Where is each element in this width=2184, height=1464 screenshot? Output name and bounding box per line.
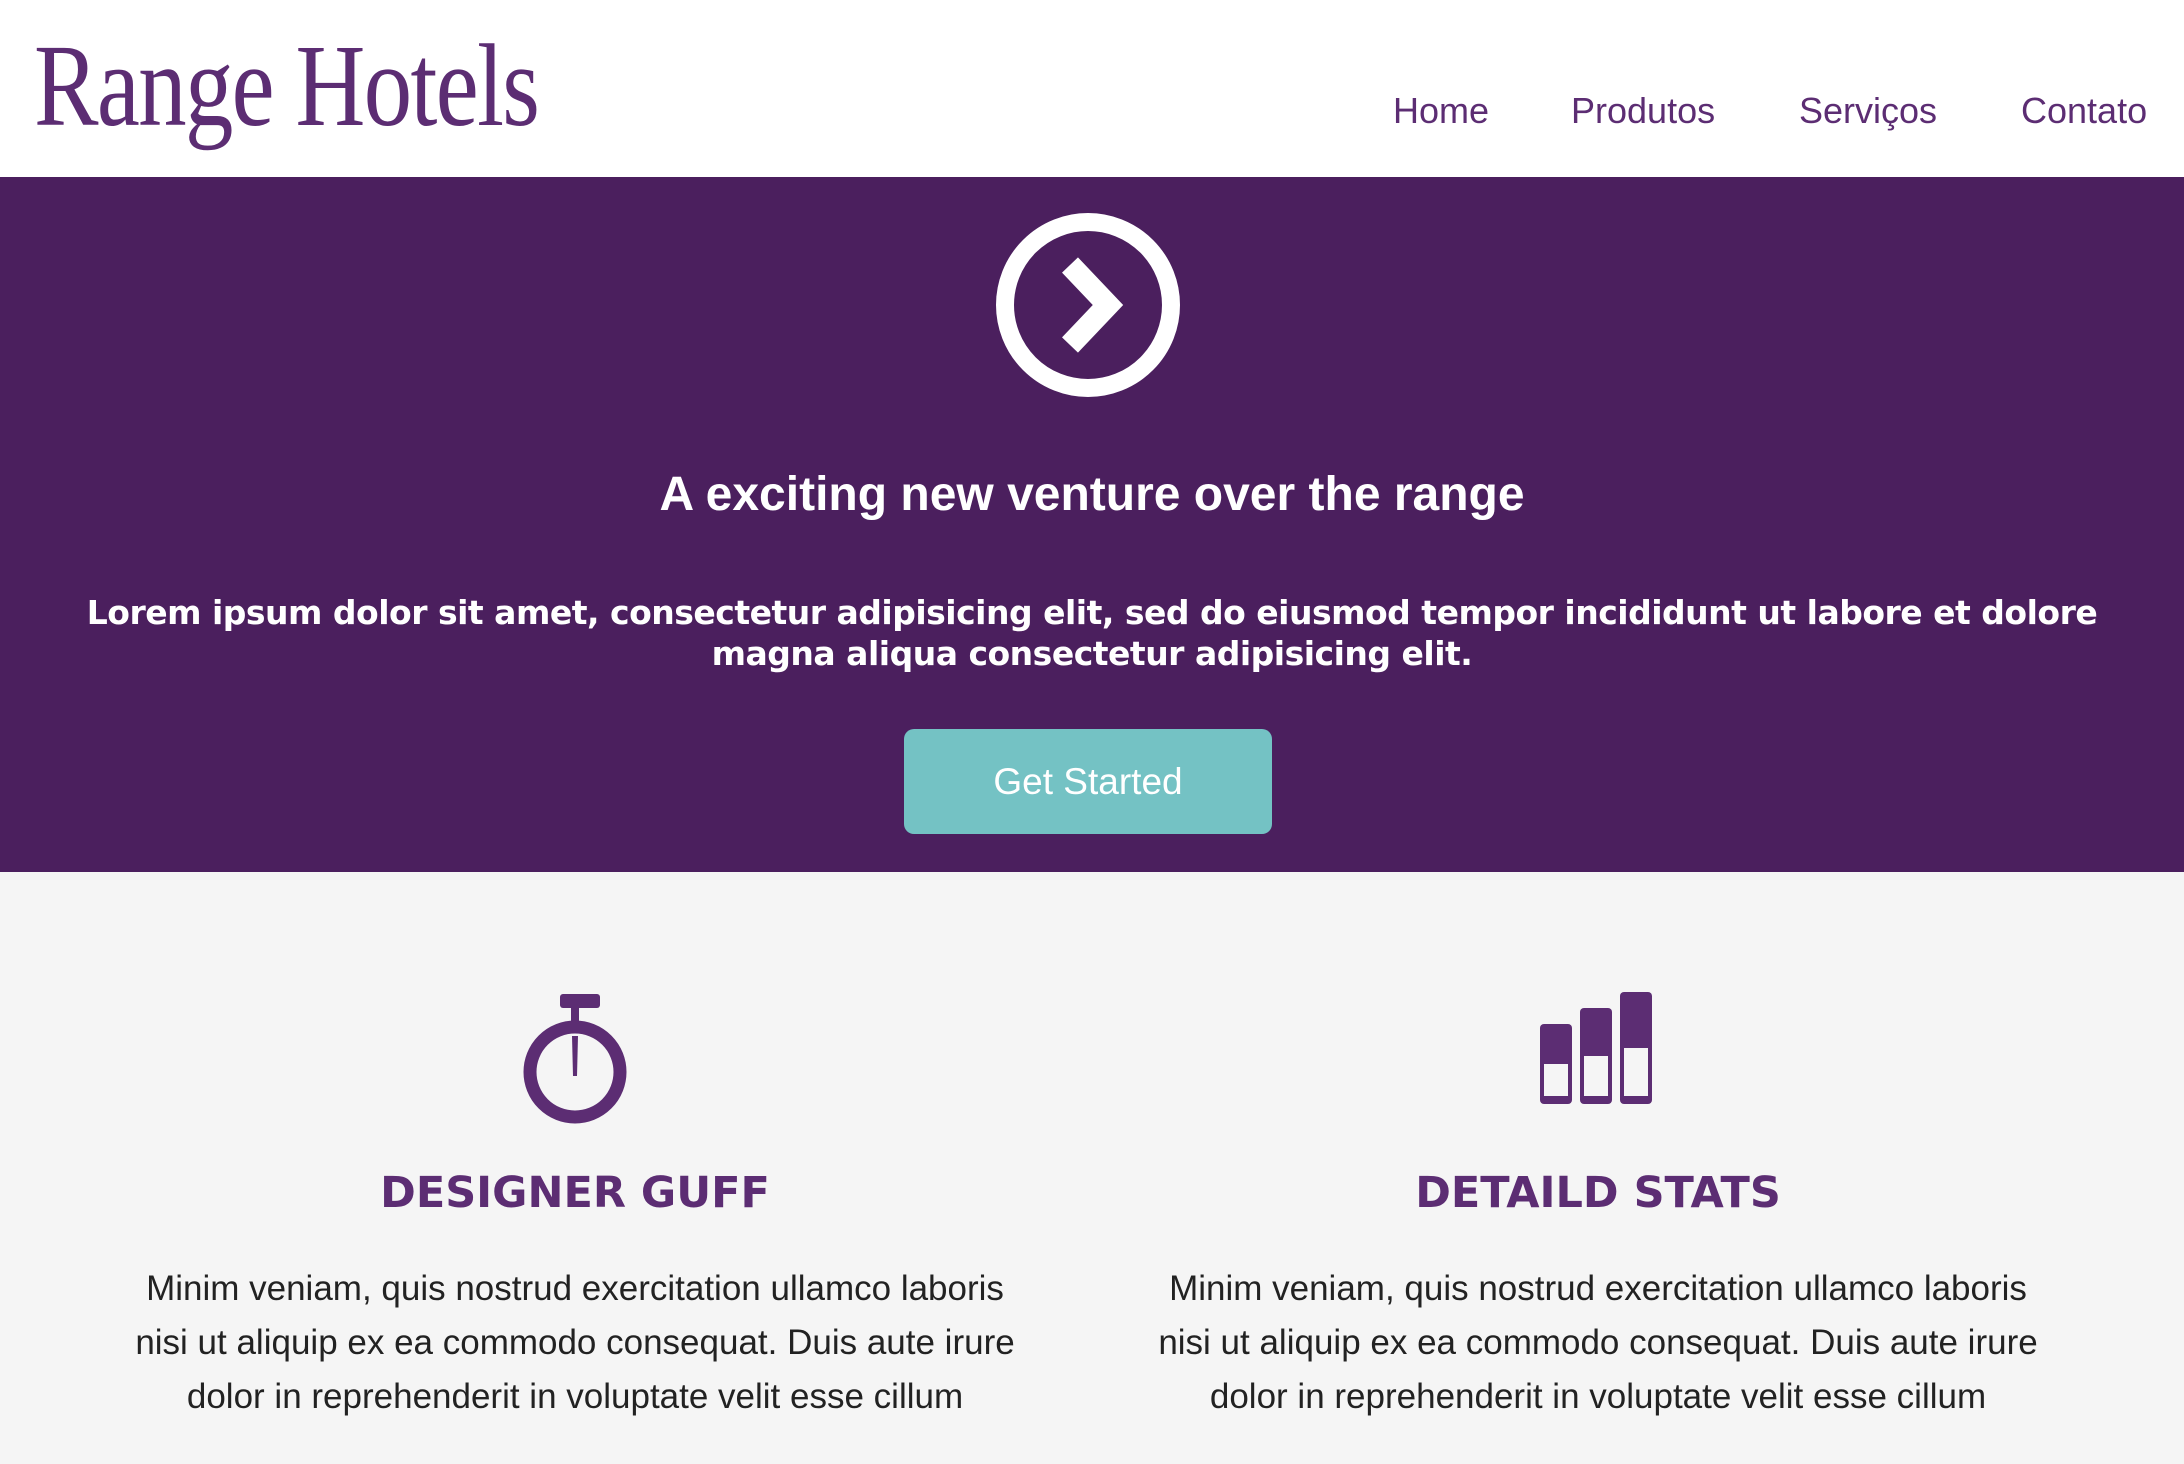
stopwatch-icon xyxy=(523,994,627,1124)
get-started-button[interactable]: Get Started xyxy=(904,729,1272,834)
hero-title: A exciting new venture over the range xyxy=(659,468,1525,521)
hero-section: A exciting new venture over the range Lo… xyxy=(0,177,2184,872)
feature-card: DESIGNER GUFF Minim veniam, quis nostrud… xyxy=(95,990,1055,1424)
nav-home[interactable]: Home xyxy=(1393,90,1489,132)
nav-contato[interactable]: Contato xyxy=(2021,90,2147,132)
feature-text: Minim veniam, quis nostrud exercitation … xyxy=(135,1269,1015,1416)
bar-stats-icon xyxy=(1540,992,1652,1104)
feature-title: DESIGNER GUFF xyxy=(380,1168,770,1218)
feature-text: Minim veniam, quis nostrud exercitation … xyxy=(1158,1269,2038,1416)
nav-produtos[interactable]: Produtos xyxy=(1571,90,1715,132)
logo[interactable]: Range Hotels xyxy=(34,18,540,154)
hero-text: Lorem ipsum dolor sit amet, consectetur … xyxy=(86,593,2098,673)
header: Range Hotels Home Produtos Serviços Cont… xyxy=(0,0,2184,177)
feature-title: DETAILD STATS xyxy=(1415,1168,1781,1218)
chevron-circle-right-icon xyxy=(996,213,1180,397)
feature-card: DETAILD STATS Minim veniam, quis nostrud… xyxy=(1118,990,2078,1424)
nav-servicos[interactable]: Serviços xyxy=(1799,90,1937,132)
